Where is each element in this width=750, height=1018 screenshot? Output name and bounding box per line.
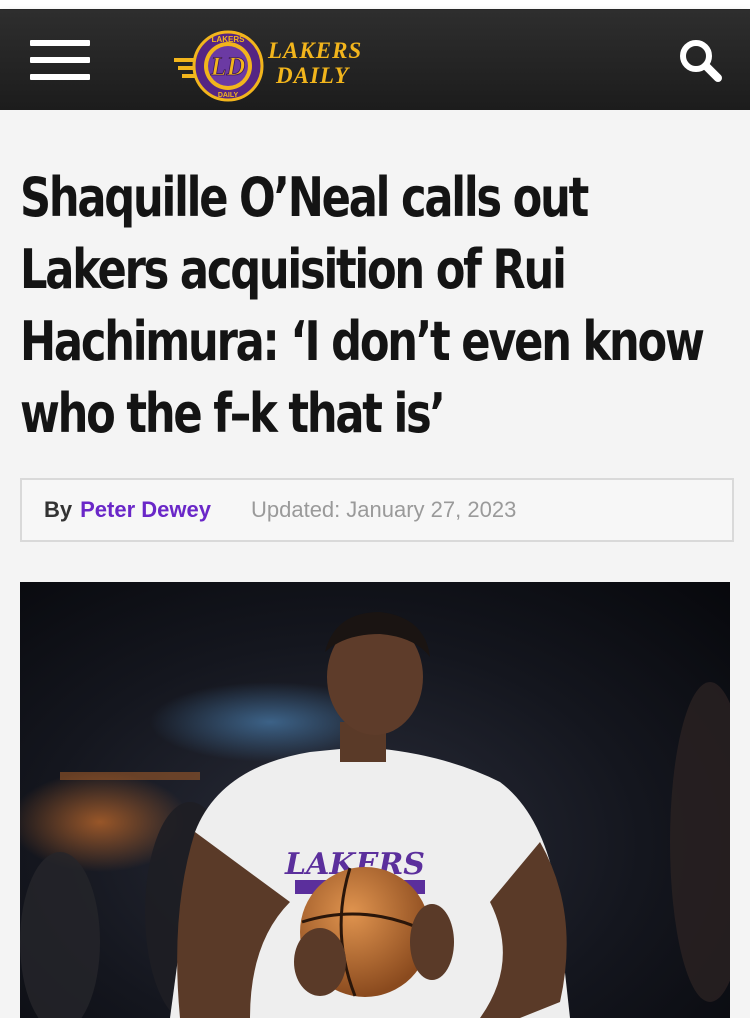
top-strip xyxy=(0,0,750,10)
article-byline: By Peter Dewey Updated: January 27, 2023 xyxy=(20,478,734,542)
search-icon[interactable] xyxy=(676,36,726,86)
byline-by-label: By xyxy=(44,497,73,522)
svg-text:DAILY: DAILY xyxy=(218,92,239,99)
article-content: Shaquille O’Neal calls out Lakers acquis… xyxy=(0,110,750,1018)
article-hero-image: LAKERS xyxy=(20,582,730,1018)
logo-line-1: LAKERS xyxy=(268,38,363,63)
logo-wordmark: LAKERS DAILY xyxy=(268,38,362,88)
updated-label: Updated: xyxy=(250,497,341,522)
updated-date: January 27, 2023 xyxy=(346,497,517,522)
article-headline: Shaquille O’Neal calls out Lakers acquis… xyxy=(20,166,705,445)
player-photo-illustration: LAKERS xyxy=(20,612,730,1018)
site-header: LD LAKERS DAILY LAKERS DAILY xyxy=(0,10,750,110)
site-logo[interactable]: LD LAKERS DAILY LAKERS DAILY xyxy=(172,28,372,104)
hamburger-menu-icon[interactable] xyxy=(30,40,90,80)
logo-badge: LD LAKERS DAILY xyxy=(174,30,264,102)
svg-text:LD: LD xyxy=(210,52,246,81)
logo-line-2: DAILY xyxy=(276,63,350,88)
svg-text:LAKERS: LAKERS xyxy=(212,35,246,44)
author-link[interactable]: Peter Dewey xyxy=(80,497,211,523)
